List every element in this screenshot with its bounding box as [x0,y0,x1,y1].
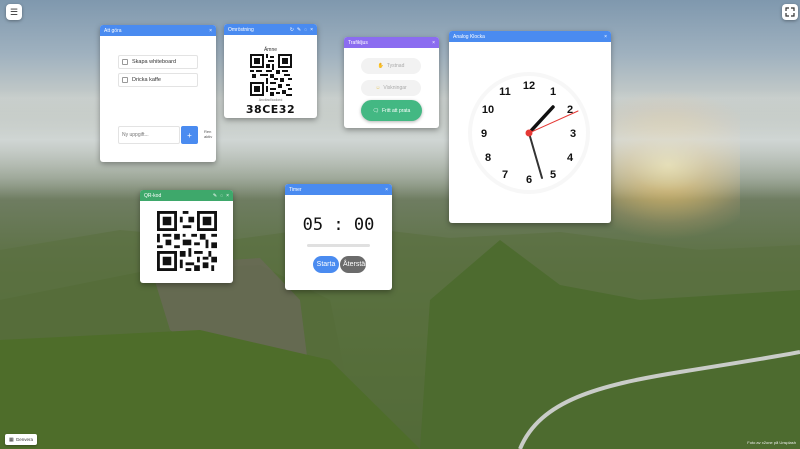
clock-number: 7 [502,169,508,181]
menu-button[interactable]: ☰ [6,4,22,20]
widgets-button-label: Genvera [15,437,33,442]
fullscreen-button[interactable] [782,4,798,20]
poll-scan-text: Använd kodord [258,98,283,102]
clock-number: 8 [485,152,491,164]
qr-code [157,211,217,271]
qr-title: QR-kod [144,192,162,199]
fullscreen-icon [785,7,795,17]
timer-title: Timer [289,186,302,193]
clock-number: 9 [481,128,487,140]
clock-number: 10 [482,104,494,116]
timer-reset-button[interactable]: Återställ [340,256,366,273]
poll-header[interactable]: Omröstning ↻ ✎ ◌ × [224,24,317,35]
clock-header[interactable]: Analog Klocka × [449,31,611,42]
traffic-header[interactable]: Trafikljus × [344,37,439,48]
checkbox[interactable] [122,59,128,65]
close-icon[interactable]: × [385,187,388,193]
traffic-title: Trafikljus [348,39,368,46]
clock-title: Analog Klocka [453,33,485,40]
close-icon[interactable]: × [209,28,212,34]
speech-icon: 🗨 [372,107,379,114]
photo-credit[interactable]: Foto av x2one på Unsplash [747,440,796,445]
hide-icon[interactable]: ◌ [304,27,307,33]
traffic-option-quiet[interactable]: ✋ Tystnad [361,58,421,74]
traffic-option-talk[interactable]: 🗨 Fritt att prata [361,100,422,121]
qr-header[interactable]: QR-kod ✎ ◌ × [140,190,233,201]
hamburger-icon: ☰ [9,6,19,17]
traffic-light-widget[interactable]: Trafikljus × ✋ Tystnad ☺ Viskningar 🗨 Fr… [344,37,439,128]
traffic-option-label: Viskningar [383,85,407,91]
edit-icon[interactable]: ✎ [213,193,217,199]
widgets-button[interactable]: ▦ Genvera [5,434,37,445]
close-icon[interactable]: × [226,193,229,199]
clock-number: 1 [550,86,556,98]
close-icon[interactable]: × [432,40,435,46]
todo-item[interactable]: Skapa whiteboard [118,55,198,69]
qr-widget[interactable]: QR-kod ✎ ◌ × [140,190,233,283]
clock-number: 4 [567,152,574,164]
edit-icon[interactable]: ✎ [297,27,301,33]
todo-widget[interactable]: Att göra × Skapa whiteboard Dricka kaffe… [100,25,216,162]
clock-number: 6 [526,174,532,186]
timer-header[interactable]: Timer × [285,184,392,195]
todo-header[interactable]: Att göra × [100,25,216,36]
traffic-option-label: Fritt att prata [382,107,411,114]
poll-qr-code [250,54,292,96]
todo-item-label: Dricka kaffe [132,77,161,83]
hide-icon[interactable]: ◌ [220,193,223,199]
whisper-icon: ☺ [375,85,381,91]
close-icon[interactable]: × [604,34,607,40]
traffic-option-whisper[interactable]: ☺ Viskningar [361,80,421,96]
traffic-option-label: Tystnad [386,63,405,69]
clock-center [525,129,533,137]
clock-number: 12 [523,80,535,92]
poll-subject-label: Ämne [263,47,278,53]
clock-number: 5 [550,169,556,181]
timer-start-button[interactable]: Starta [313,256,339,273]
timer-widget[interactable]: Timer × 05 : 00 Starta Återställ [285,184,392,290]
hand-icon: ✋ [377,63,384,69]
refresh-icon[interactable]: ↻ [290,27,294,33]
clock-number: 3 [570,128,576,140]
todo-item[interactable]: Dricka kaffe [118,73,198,87]
poll-title: Omröstning [228,26,254,33]
poll-widget[interactable]: Omröstning ↻ ✎ ◌ × Ämne Använd kodord 38… [224,24,317,118]
timer-display: 05 : 00 [302,215,375,235]
close-icon[interactable]: × [310,27,313,33]
clock-number: 11 [499,86,511,98]
add-task-button[interactable]: + [181,126,198,144]
clock-face: 12 1 2 3 4 5 6 7 8 9 10 11 [468,72,590,194]
todo-side-text: Ren aktiv [204,129,213,139]
timer-progress-bar [307,244,370,247]
new-task-input[interactable] [118,126,180,144]
todo-item-label: Skapa whiteboard [132,59,177,65]
grid-icon: ▦ [9,436,14,443]
analog-clock-widget[interactable]: Analog Klocka × 12 1 2 3 4 5 6 7 8 9 10 … [449,31,611,223]
todo-title: Att göra [104,27,122,34]
poll-code: 38CE32 [245,103,296,116]
checkbox[interactable] [122,77,128,83]
